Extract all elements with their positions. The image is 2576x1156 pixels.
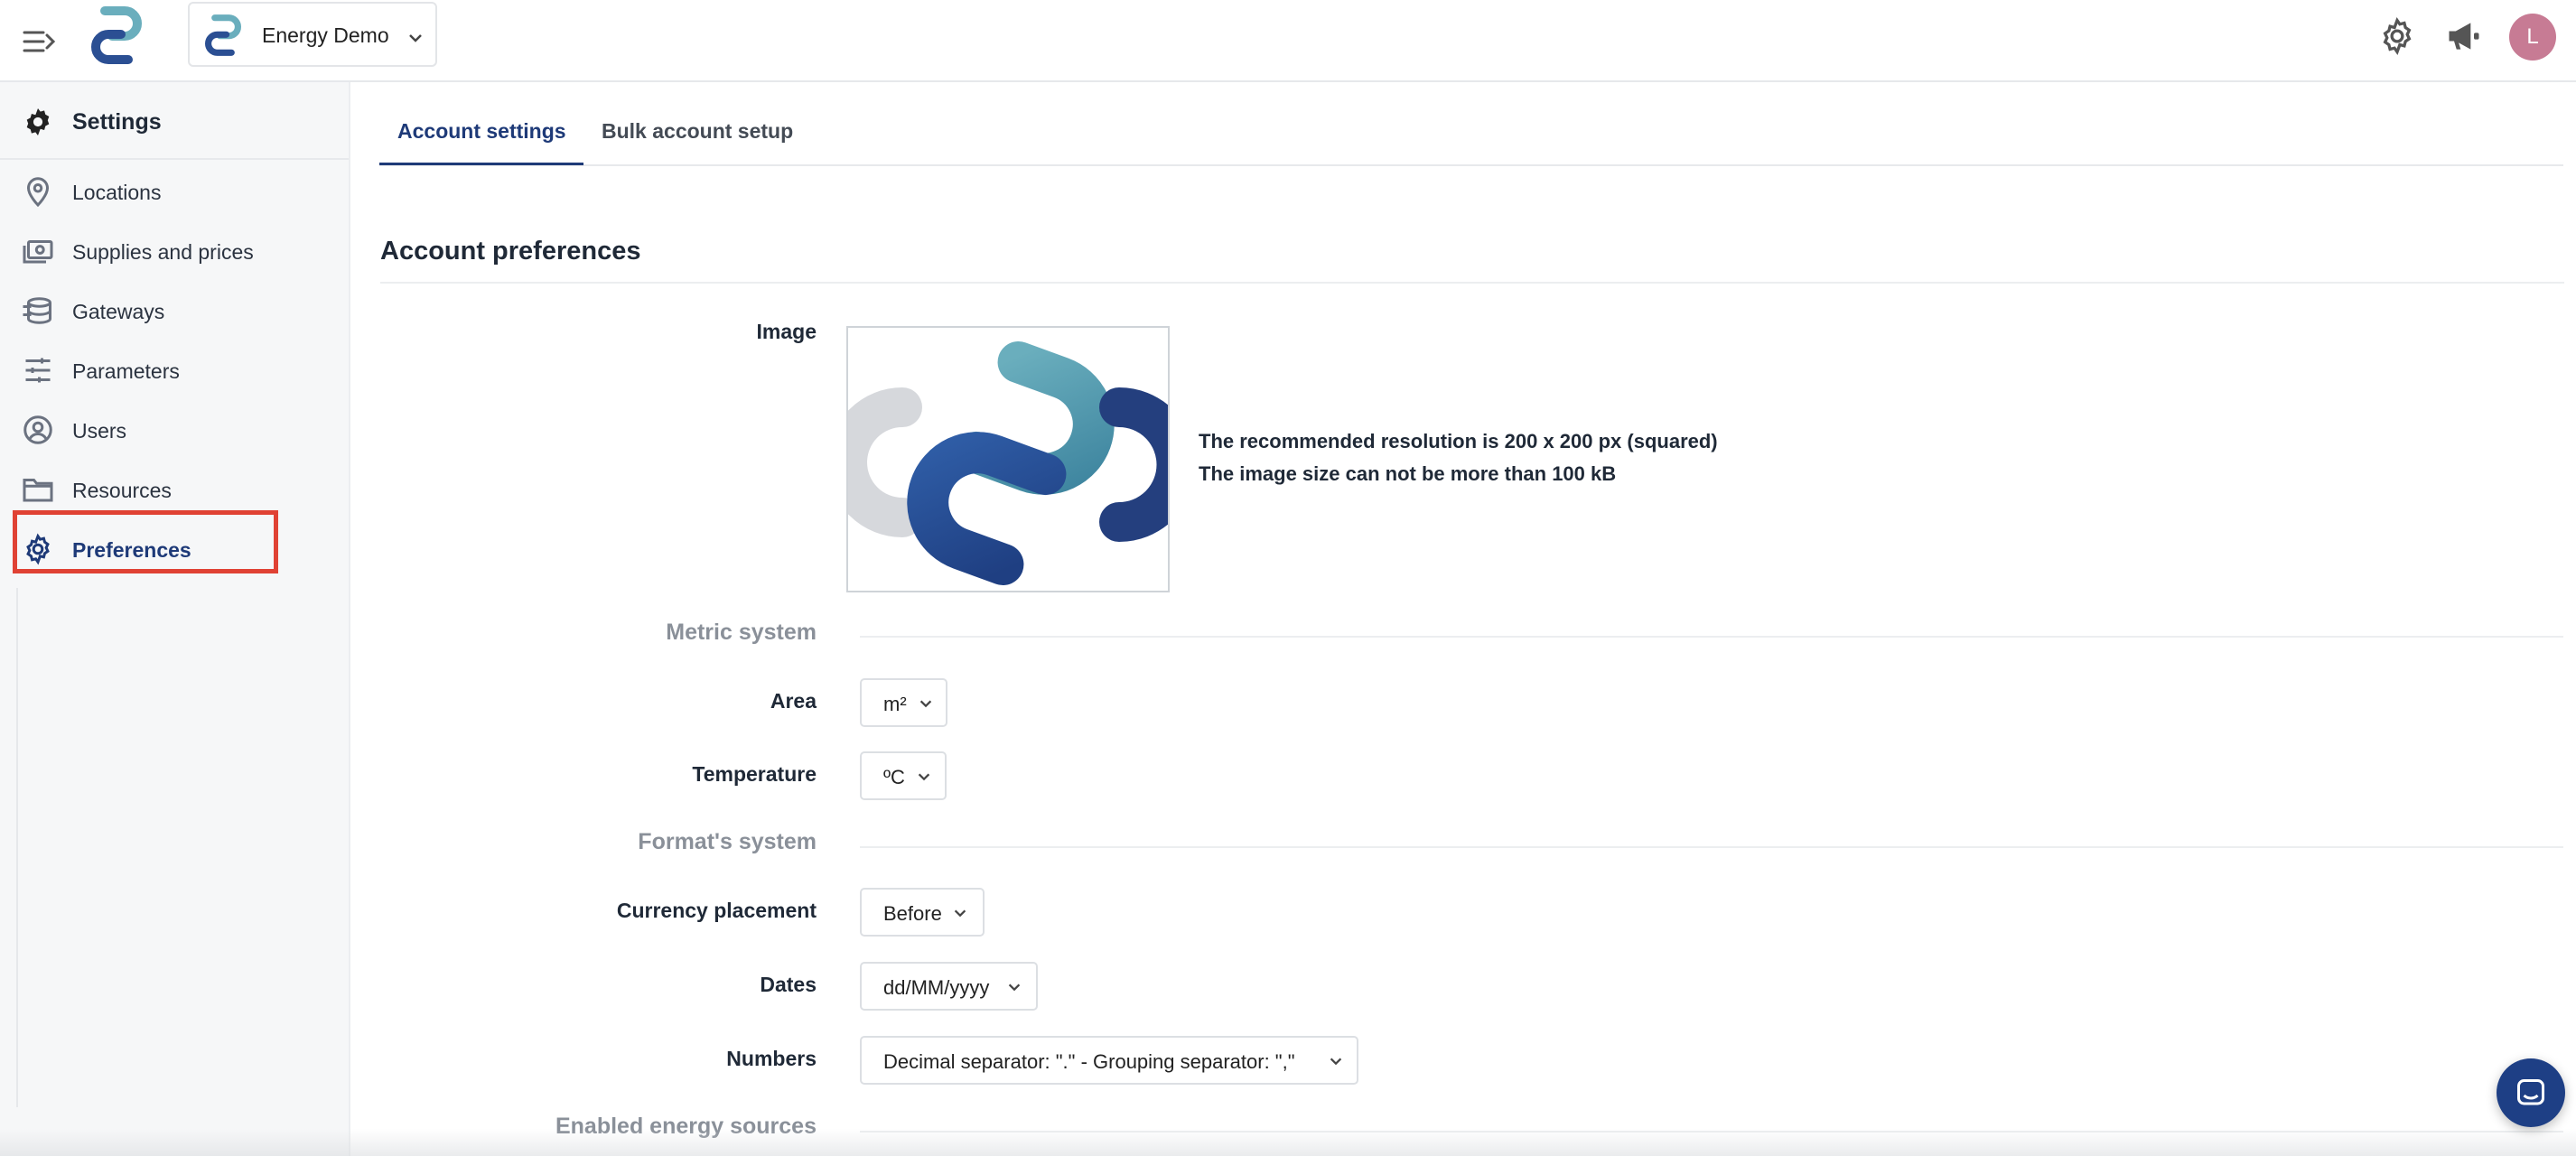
temperature-label: Temperature [692, 762, 817, 786]
active-tab-indicator [379, 163, 583, 165]
temperature-select[interactable]: ºC [860, 751, 947, 800]
top-bar: Energy Demo L [0, 0, 2576, 82]
chevron-down-icon [918, 695, 934, 712]
sidebar-item-label: Users [72, 419, 127, 443]
sidebar-item-locations[interactable]: Locations [22, 170, 329, 215]
select-value: ºC [883, 766, 905, 788]
select-value: Decimal separator: "." - Grouping separa… [883, 1050, 1295, 1073]
tab-label: Account settings [397, 119, 566, 143]
account-image[interactable] [846, 326, 1170, 592]
select-value: m² [883, 693, 907, 715]
workspace-name: Energy Demo [262, 23, 389, 47]
divider [860, 1131, 2563, 1133]
image-resolution-note: The recommended resolution is 200 x 200 … [1199, 430, 1718, 452]
folder-icon [22, 473, 54, 506]
settings-gear-icon [22, 106, 54, 138]
user-circle-icon [22, 414, 54, 446]
workspace-logo [201, 13, 246, 58]
sidebar-item-resources[interactable]: Resources [22, 468, 329, 513]
metric-system-heading: Metric system [666, 620, 817, 645]
sidebar-item-parameters[interactable]: Parameters [22, 349, 329, 394]
money-icon [22, 235, 54, 267]
sidebar-item-label: Preferences [72, 538, 191, 562]
sidebar-item-preferences[interactable]: Preferences [22, 527, 329, 573]
chat-launcher-button[interactable] [2497, 1058, 2565, 1127]
chevron-down-icon [952, 905, 968, 921]
sidebar-title-label: Settings [72, 109, 162, 135]
sidebar-item-gateways[interactable]: Gateways [22, 289, 329, 334]
bottom-shadow [0, 1129, 2576, 1156]
divider [860, 636, 2563, 638]
tab-bar: Account settings Bulk account setup [379, 107, 2563, 166]
area-select[interactable]: m² [860, 678, 947, 727]
sidebar: Settings Locations Supplies and prices G… [0, 82, 350, 1156]
sliders-icon [22, 354, 54, 387]
select-value: dd/MM/yyyy [883, 976, 990, 999]
sidebar-item-label: Supplies and prices [72, 240, 254, 264]
chevron-down-icon [1006, 979, 1022, 995]
chevron-down-icon [916, 769, 932, 785]
area-label: Area [770, 689, 817, 713]
select-value: Before [883, 902, 942, 925]
tab-label: Bulk account setup [602, 119, 794, 143]
sidebar-item-label: Locations [72, 181, 162, 204]
currency-placement-select[interactable]: Before [860, 888, 985, 937]
menu-expand-icon[interactable] [22, 23, 58, 60]
gear-icon[interactable] [2377, 16, 2417, 56]
divider [0, 158, 349, 160]
divider [860, 846, 2563, 848]
sidebar-item-users[interactable]: Users [22, 408, 329, 453]
image-label: Image [756, 320, 817, 343]
energy-sources-heading: Enabled energy sources [555, 1114, 817, 1139]
sidebar-item-supplies[interactable]: Supplies and prices [22, 229, 329, 275]
app-logo[interactable] [85, 5, 148, 65]
chevron-down-icon [1328, 1053, 1344, 1069]
avatar[interactable]: L [2509, 14, 2556, 61]
workspace-selector[interactable]: Energy Demo [188, 2, 437, 67]
dates-label: Dates [760, 973, 817, 996]
image-size-note: The image size can not be more than 100 … [1199, 462, 1617, 485]
format-system-heading: Format's system [638, 829, 817, 854]
gateway-icon [22, 294, 54, 327]
tab-bulk-account-setup[interactable]: Bulk account setup [602, 119, 793, 163]
dates-select[interactable]: dd/MM/yyyy [860, 962, 1038, 1011]
divider [380, 282, 2564, 284]
numbers-label: Numbers [726, 1047, 817, 1070]
sidebar-item-label: Resources [72, 479, 172, 502]
gear-icon [22, 533, 54, 565]
numbers-select[interactable]: Decimal separator: "." - Grouping separa… [860, 1036, 1358, 1085]
megaphone-icon[interactable] [2444, 16, 2484, 56]
chevron-down-icon [406, 29, 425, 47]
tab-account-settings[interactable]: Account settings [397, 119, 566, 163]
map-pin-icon [22, 175, 54, 208]
divider [16, 588, 18, 1107]
section-title: Account preferences [380, 237, 641, 266]
sidebar-item-label: Gateways [72, 300, 165, 323]
sidebar-item-label: Parameters [72, 359, 180, 383]
currency-placement-label: Currency placement [616, 899, 817, 922]
